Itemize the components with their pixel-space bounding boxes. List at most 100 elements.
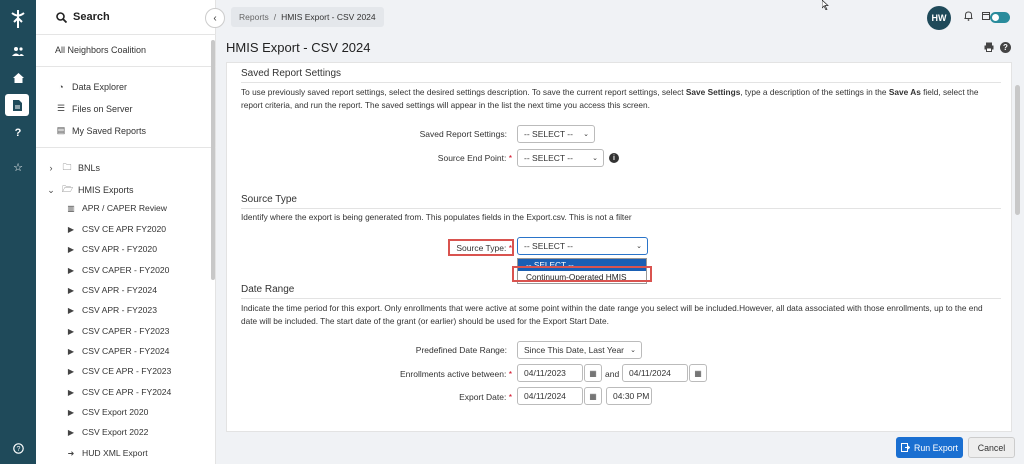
calendar-icon[interactable]: ▦ [584,364,602,382]
help-circle-icon[interactable]: ? [0,437,36,459]
label-text: Source Type: [456,243,507,253]
saved-settings-select[interactable]: -- SELECT -- ⌄ [517,125,595,143]
breadcrumb-separator: / [273,12,277,22]
report-form: Saved Report Settings To use previously … [226,62,1012,432]
mouse-cursor-icon [822,0,829,10]
report-item[interactable]: ▶ CSV APR - FY2023 [66,305,157,315]
report-label: CSV CE APR - FY2024 [82,387,172,397]
report-label: CSV APR - FY2024 [82,285,157,295]
export-time-input[interactable]: 04:30 PM [606,387,652,405]
predefined-date-range-select[interactable]: Since This Date, Last Year ⌄ [517,341,642,359]
report-item[interactable]: ▥ APR / CAPER Review [66,203,167,213]
sidebar-item-label: Files on Server [72,103,133,114]
file-export-icon: ▶ [67,427,75,437]
report-item[interactable]: ▶ CSV APR - FY2024 [66,285,157,295]
chevron-left-icon: ‹ [213,12,217,24]
file-export-icon: ▶ [67,244,75,254]
section-title-source-type: Source Type [241,194,297,205]
required-mark: * [508,392,512,402]
file-export-icon: ▶ [67,346,75,356]
required-mark: * [508,369,512,379]
select-value: -- SELECT -- [524,241,573,251]
report-item[interactable]: ▶ CSV CAPER - FY2023 [66,326,169,336]
avatar[interactable]: HW [927,6,951,30]
home-icon[interactable] [0,67,36,89]
org-name[interactable]: All Neighbors Coalition [55,45,146,55]
report-label: HUD XML Export [82,448,148,458]
enrollment-end-date-input[interactable]: 04/11/2024 [622,364,688,382]
select-value: Since This Date, Last Year [524,345,625,355]
report-label: APR / CAPER Review [82,203,168,213]
toggle-switch[interactable] [990,12,1010,23]
divider [36,34,216,35]
reports-icon[interactable] [5,94,29,116]
enrollment-start-date-input[interactable]: 04/11/2023 [517,364,583,382]
collapse-sidebar-button[interactable]: ‹ [205,8,225,28]
export-date-label: Export Date: * [407,392,512,402]
cancel-button[interactable]: Cancel [968,437,1015,458]
divider [36,147,216,148]
file-icon: ▥ [67,203,75,213]
folder-hmis-exports[interactable]: ⌄ 🗁 HMIS Exports [46,182,133,198]
chevron-down-icon: ⌄ [636,243,642,250]
sidebar-item-label: Data Explorer [72,82,128,92]
gauge-icon: ◔ [58,82,64,92]
users-icon[interactable] [0,40,36,62]
page-title: HMIS Export - CSV 2024 [226,40,371,55]
breadcrumb-reports[interactable]: Reports [239,12,269,22]
folder-open-icon: 🗁 [62,184,74,194]
sidebar-scrollbar[interactable] [211,40,215,280]
report-item[interactable]: ➜ HUD XML Export [66,448,148,458]
divider [36,66,216,67]
select-value: -- SELECT -- [524,129,573,139]
report-item[interactable]: ▶ CSV Export 2020 [66,407,148,417]
report-item[interactable]: ▶ CSV CE APR FY2020 [66,224,166,234]
report-label: CSV CAPER - FY2020 [82,265,170,275]
desc-text: To use previously saved report settings,… [241,87,686,97]
label-text: Enrollments active between: [400,369,507,379]
folder-bnls[interactable]: › 🗀 BNLs [46,160,101,176]
section-title-date-range: Date Range [241,284,295,295]
page-scrollbar[interactable] [1015,85,1020,215]
help-icon[interactable]: ? [1000,42,1011,53]
report-item[interactable]: ▶ CSV CAPER - FY2024 [66,346,169,356]
run-export-button[interactable]: Run Export [896,437,963,458]
source-end-point-select[interactable]: -- SELECT -- ⌄ [517,149,604,167]
sidebar-item-files-on-server[interactable]: ☰ Files on Server [56,103,133,114]
sidebar-item-data-explorer[interactable]: ◔ Data Explorer [56,82,127,92]
button-label: Run Export [913,442,958,453]
breadcrumb-current: HMIS Export - CSV 2024 [281,12,376,22]
file-export-icon: ▶ [67,366,75,376]
calendar-icon[interactable]: ▦ [689,364,707,382]
report-label: CSV CE APR FY2020 [82,224,167,234]
file-export-icon: ▶ [67,265,75,275]
report-item[interactable]: ▶ CSV APR - FY2020 [66,244,157,254]
desc-bold: Save Settings [685,87,741,97]
calendar-icon[interactable] [982,11,990,22]
chevron-down-icon: ⌄ [583,131,589,138]
bell-icon[interactable] [964,11,973,24]
source-type-select[interactable]: -- SELECT -- ⌄ [517,237,648,255]
help-rail-icon[interactable]: ? [0,122,36,144]
breadcrumb: Reports / HMIS Export - CSV 2024 [231,7,384,27]
calendar-icon[interactable]: ▦ [584,387,602,405]
date-range-description: Indicate the time period for this export… [241,303,983,326]
report-item[interactable]: ▶ CSV CE APR - FY2023 [66,366,171,376]
app-logo-icon [11,10,25,28]
required-mark: * [508,243,512,253]
print-icon[interactable] [984,42,994,55]
report-item[interactable]: ▶ CSV CE APR - FY2024 [66,387,171,397]
export-date-input[interactable]: 04/11/2024 [517,387,583,405]
info-icon[interactable]: i [609,153,619,163]
label-text: Source End Point: [437,153,507,163]
and-label: and [605,369,620,379]
chevron-down-icon: ⌄ [47,184,55,195]
sidebar-search[interactable]: Search [56,11,110,23]
star-icon[interactable]: ☆ [0,156,36,178]
report-item[interactable]: ▶ CSV CAPER - FY2020 [66,265,169,275]
report-item[interactable]: ▶ CSV Export 2022 [66,427,148,437]
section-title-saved-settings: Saved Report Settings [241,68,342,79]
sidebar-item-my-saved-reports[interactable]: ▤ My Saved Reports [56,125,146,136]
report-label: CSV CAPER - FY2024 [82,346,170,356]
report-label: CSV APR - FY2020 [82,244,157,254]
